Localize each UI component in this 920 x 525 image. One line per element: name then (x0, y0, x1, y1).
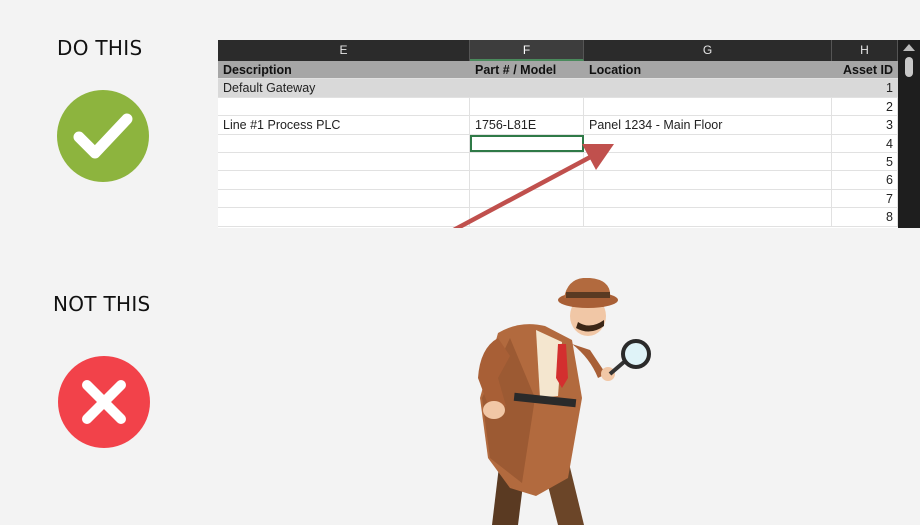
red-arrow-icon (452, 144, 614, 228)
detective-illustration (478, 278, 651, 525)
spreadsheet: E F G H Description Part # / Model Locat… (218, 40, 920, 228)
cross-mark-icon (58, 356, 150, 448)
not-this-label: NOT THIS (53, 292, 151, 316)
do-this-label: DO THIS (57, 36, 143, 60)
check-mark-icon (57, 90, 149, 182)
